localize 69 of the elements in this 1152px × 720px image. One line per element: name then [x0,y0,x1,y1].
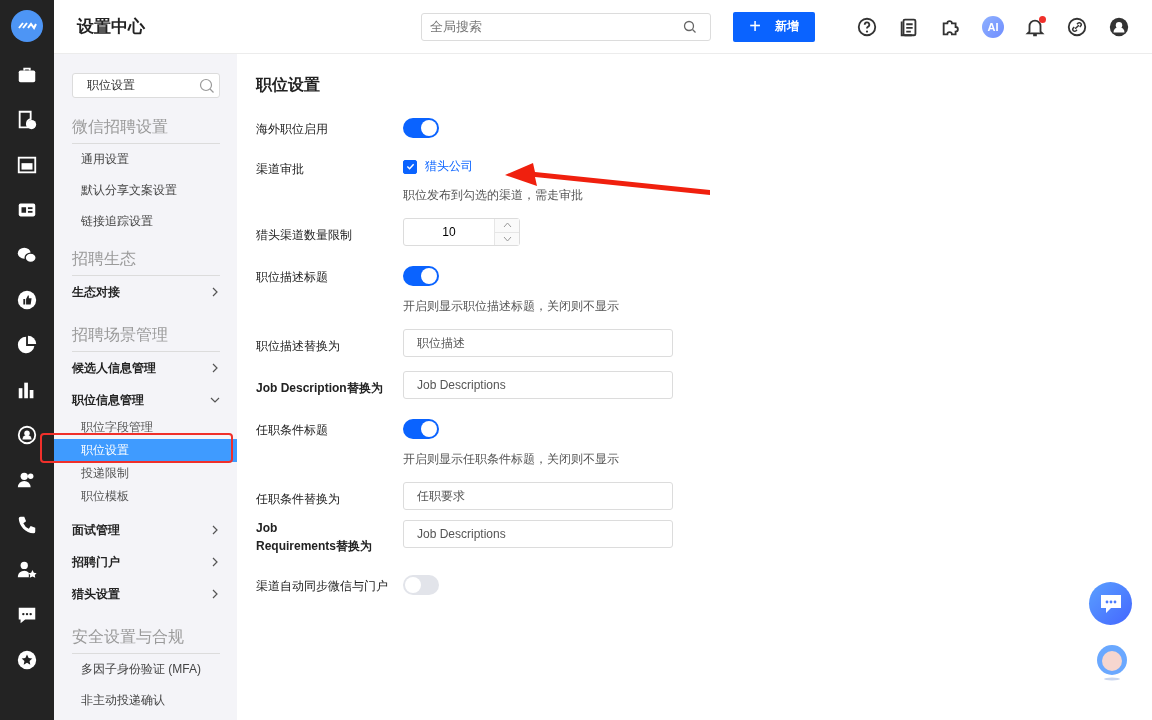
section-heading: 招聘场景管理 [72,320,220,352]
sidebar-menu-item[interactable]: 招聘门户 [72,546,220,578]
sidebar-menu-item[interactable]: 职位信息管理 [72,384,220,416]
page-title: 设置中心 [77,16,146,38]
thumbs-up-icon[interactable] [16,289,38,311]
chevron-right-icon [210,287,220,297]
checkmark-icon [405,162,415,171]
field-label: Job Description替换为 [256,380,384,397]
search-icon[interactable] [199,78,215,94]
text-field[interactable]: 任职要求 [403,482,673,510]
field-label: 渠道审批 [256,161,305,178]
field-label: 渠道自动同步微信与门户 [256,578,389,595]
number-field[interactable]: 10 [403,218,520,246]
chevron-right-icon [210,525,220,535]
sidebar-subitem[interactable]: 职位模板 [54,485,237,508]
chevron-right-icon [210,363,220,373]
hint-text: 开启则显示职位描述标题，关闭则不显示 [403,298,619,315]
sidebar-item[interactable]: 非主动投递确认 [72,685,220,716]
section-heading: 微信招聘设置 [72,112,220,144]
text-field[interactable]: Job Descriptions [403,371,673,399]
sidebar-subitem[interactable]: 职位字段管理 [54,416,237,439]
text-field[interactable]: Job Descriptions [403,520,673,548]
toggle-switch[interactable] [403,419,439,439]
field-label: 海外职位启用 [256,121,329,138]
add-button[interactable]: + 新增 [733,11,815,42]
link-icon[interactable] [1066,15,1088,38]
sidebar-menu-item[interactable]: 面试管理 [72,514,220,546]
menu-search-field[interactable]: 职位设置 [72,73,220,98]
field-label: 任职条件替换为 [256,491,341,508]
chevron-down-icon [502,235,512,242]
section-heading: 安全设置与合规 [72,622,220,654]
chat-button[interactable] [1089,582,1132,625]
chat-bubble-icon [1098,592,1123,615]
phone-icon[interactable] [16,514,38,536]
field-label: 职位描述替换为 [256,338,341,355]
text-field[interactable]: 职位描述 [403,329,673,357]
section-title: 职位设置 [256,75,321,95]
checkbox[interactable] [403,159,417,174]
hint-text: 职位发布到勾选的渠道，需走审批 [403,187,583,204]
logo-icon[interactable] [11,10,43,42]
field-label: 任职条件标题 [256,422,329,439]
hint-text: 开启则显示任职条件标题，关闭则不显示 [403,451,619,468]
sidebar-item[interactable]: 链接追踪设置 [72,206,220,237]
toggle-switch[interactable] [403,575,439,595]
toggle-switch[interactable] [403,266,439,286]
chevron-right-icon [210,557,220,567]
chevron-down-icon [210,395,220,405]
sidebar-menu-item[interactable]: 生态对接 [72,276,220,308]
field-label: Job Requirements替换为 [256,520,374,555]
search-icon[interactable] [683,19,697,34]
search-field[interactable]: 全局搜索 [421,12,711,41]
number-input[interactable]: 10 [404,219,494,245]
sidebar-menu-item[interactable]: 候选人信息管理 [72,352,220,384]
user-avatar-icon[interactable] [1108,15,1130,38]
section-heading: 招聘生态 [72,244,220,276]
help-icon[interactable] [856,15,878,38]
chevron-up-icon [502,222,512,229]
field-label: 职位描述标题 [256,269,329,286]
sidebar-subitem[interactable]: 投递限制 [54,462,237,485]
sidebar-item[interactable]: 默认分享文案设置 [72,175,220,206]
sidebar-menu-item[interactable]: 猎头设置 [72,578,220,610]
toggle-switch[interactable] [403,118,439,138]
checkbox-label[interactable]: 猎头公司 [425,158,473,175]
field-label: 猎头渠道数量限制 [256,227,353,244]
sidebar-item[interactable]: 多因子身份验证 (MFA) [72,654,220,685]
pie-chart-icon[interactable] [16,334,38,356]
user-circle-icon[interactable] [16,424,38,446]
sidebar-item[interactable]: 通用设置 [72,144,220,175]
chevron-right-icon [210,589,220,599]
